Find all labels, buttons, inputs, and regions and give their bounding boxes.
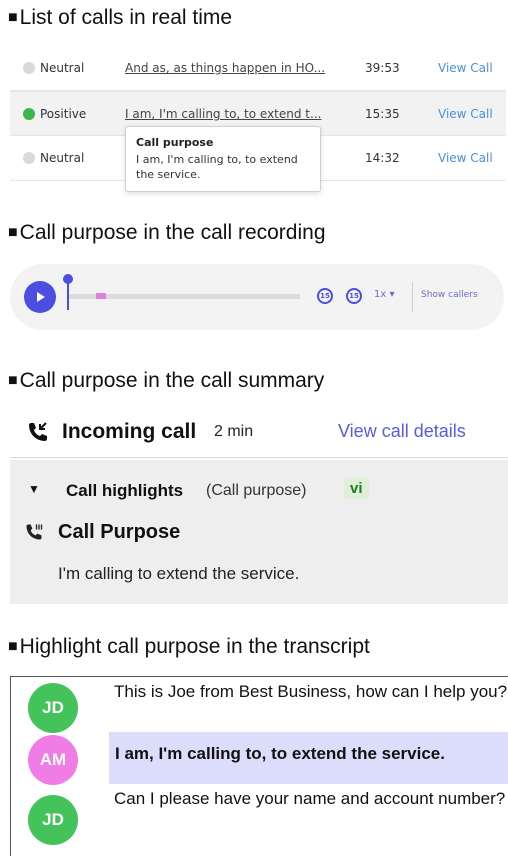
divider <box>412 282 413 312</box>
summary-body: ▼ Call highlights (Call purpose) vi Call… <box>10 460 508 604</box>
playhead[interactable] <box>67 280 69 310</box>
call-purpose-tooltip: Call purpose I am, I'm calling to, to ex… <box>125 126 321 192</box>
section-heading-recording-text: Call purpose in the call recording <box>19 221 326 244</box>
section-heading-transcript: ■Highlight call purpose in the transcrip… <box>8 635 370 658</box>
avatar: AM <box>28 735 78 785</box>
collapse-triangle-icon[interactable]: ▼ <box>28 482 40 496</box>
call-purpose-text: I'm calling to extend the service. <box>58 564 300 583</box>
neutral-status-dot <box>23 152 35 164</box>
call-purpose-marker[interactable] <box>96 293 106 299</box>
audio-player: 15 15 1x ▾ Show callers <box>10 264 504 330</box>
incoming-call-icon <box>29 422 47 441</box>
highlighted-transcript-message: I am, I'm calling to, to extend the serv… <box>109 732 508 784</box>
call-highlights-label[interactable]: Call highlights <box>66 481 183 501</box>
call-snippet-link[interactable]: And as, as things happen in HO... <box>125 61 325 75</box>
sentiment-label: Neutral <box>40 61 85 75</box>
tooltip-body: I am, I'm calling to, to extend the serv… <box>136 153 298 181</box>
section-heading-summary: ■Call purpose in the call summary <box>8 369 325 392</box>
sentiment-label: Positive <box>40 107 87 121</box>
call-row[interactable]: Neutral And as, as things happen in HO..… <box>10 46 506 91</box>
summary-header: Incoming call 2 min View call details <box>10 406 508 458</box>
section-heading-summary-text: Call purpose in the call summary <box>19 369 325 392</box>
sentiment-label: Neutral <box>40 151 85 165</box>
view-call-details-link[interactable]: View call details <box>338 421 466 442</box>
section-heading-transcript-text: Highlight call purpose in the transcript <box>19 635 370 658</box>
section-heading-calls: ■List of calls in real time <box>8 6 233 29</box>
playhead-handle[interactable] <box>63 274 73 284</box>
tooltip-title: Call purpose <box>136 136 214 149</box>
call-duration: 15:35 <box>365 107 400 121</box>
call-snippet-link[interactable]: I am, I'm calling to, to extend t... <box>125 107 321 121</box>
transcript-message: This is Joe from Best Business, how can … <box>114 682 508 701</box>
call-duration: 14:32 <box>365 151 400 165</box>
skip-forward-label: 15 <box>349 292 359 300</box>
view-call-link[interactable]: View Call <box>438 107 493 121</box>
section-heading-recording: ■Call purpose in the call recording <box>8 221 326 244</box>
play-button[interactable] <box>24 281 56 313</box>
neutral-status-dot <box>23 62 35 74</box>
call-purpose-title: Call Purpose <box>58 521 181 543</box>
section-heading-calls-text: List of calls in real time <box>19 6 233 29</box>
summary-title: Incoming call <box>62 420 197 443</box>
skip-back-icon[interactable]: 15 <box>317 288 333 304</box>
transcript-panel: JD This is Joe from Best Business, how c… <box>10 676 508 856</box>
show-callers-button[interactable]: Show callers <box>421 290 478 300</box>
playback-speed-select[interactable]: 1x ▾ <box>374 289 394 300</box>
avatar: JD <box>28 795 78 845</box>
phone-icon <box>26 524 43 540</box>
view-call-link[interactable]: View Call <box>438 61 493 75</box>
skip-back-label: 15 <box>320 292 330 300</box>
avatar: JD <box>28 683 78 733</box>
transcript-message: Can I please have your name and account … <box>114 789 506 808</box>
call-duration: 2 min <box>214 423 254 440</box>
view-call-link[interactable]: View Call <box>438 151 493 165</box>
call-duration: 39:53 <box>365 61 400 75</box>
positive-status-dot <box>23 108 35 120</box>
status-badge: vi <box>344 478 369 499</box>
call-highlights-sublabel: (Call purpose) <box>206 482 307 499</box>
skip-forward-icon[interactable]: 15 <box>346 288 362 304</box>
